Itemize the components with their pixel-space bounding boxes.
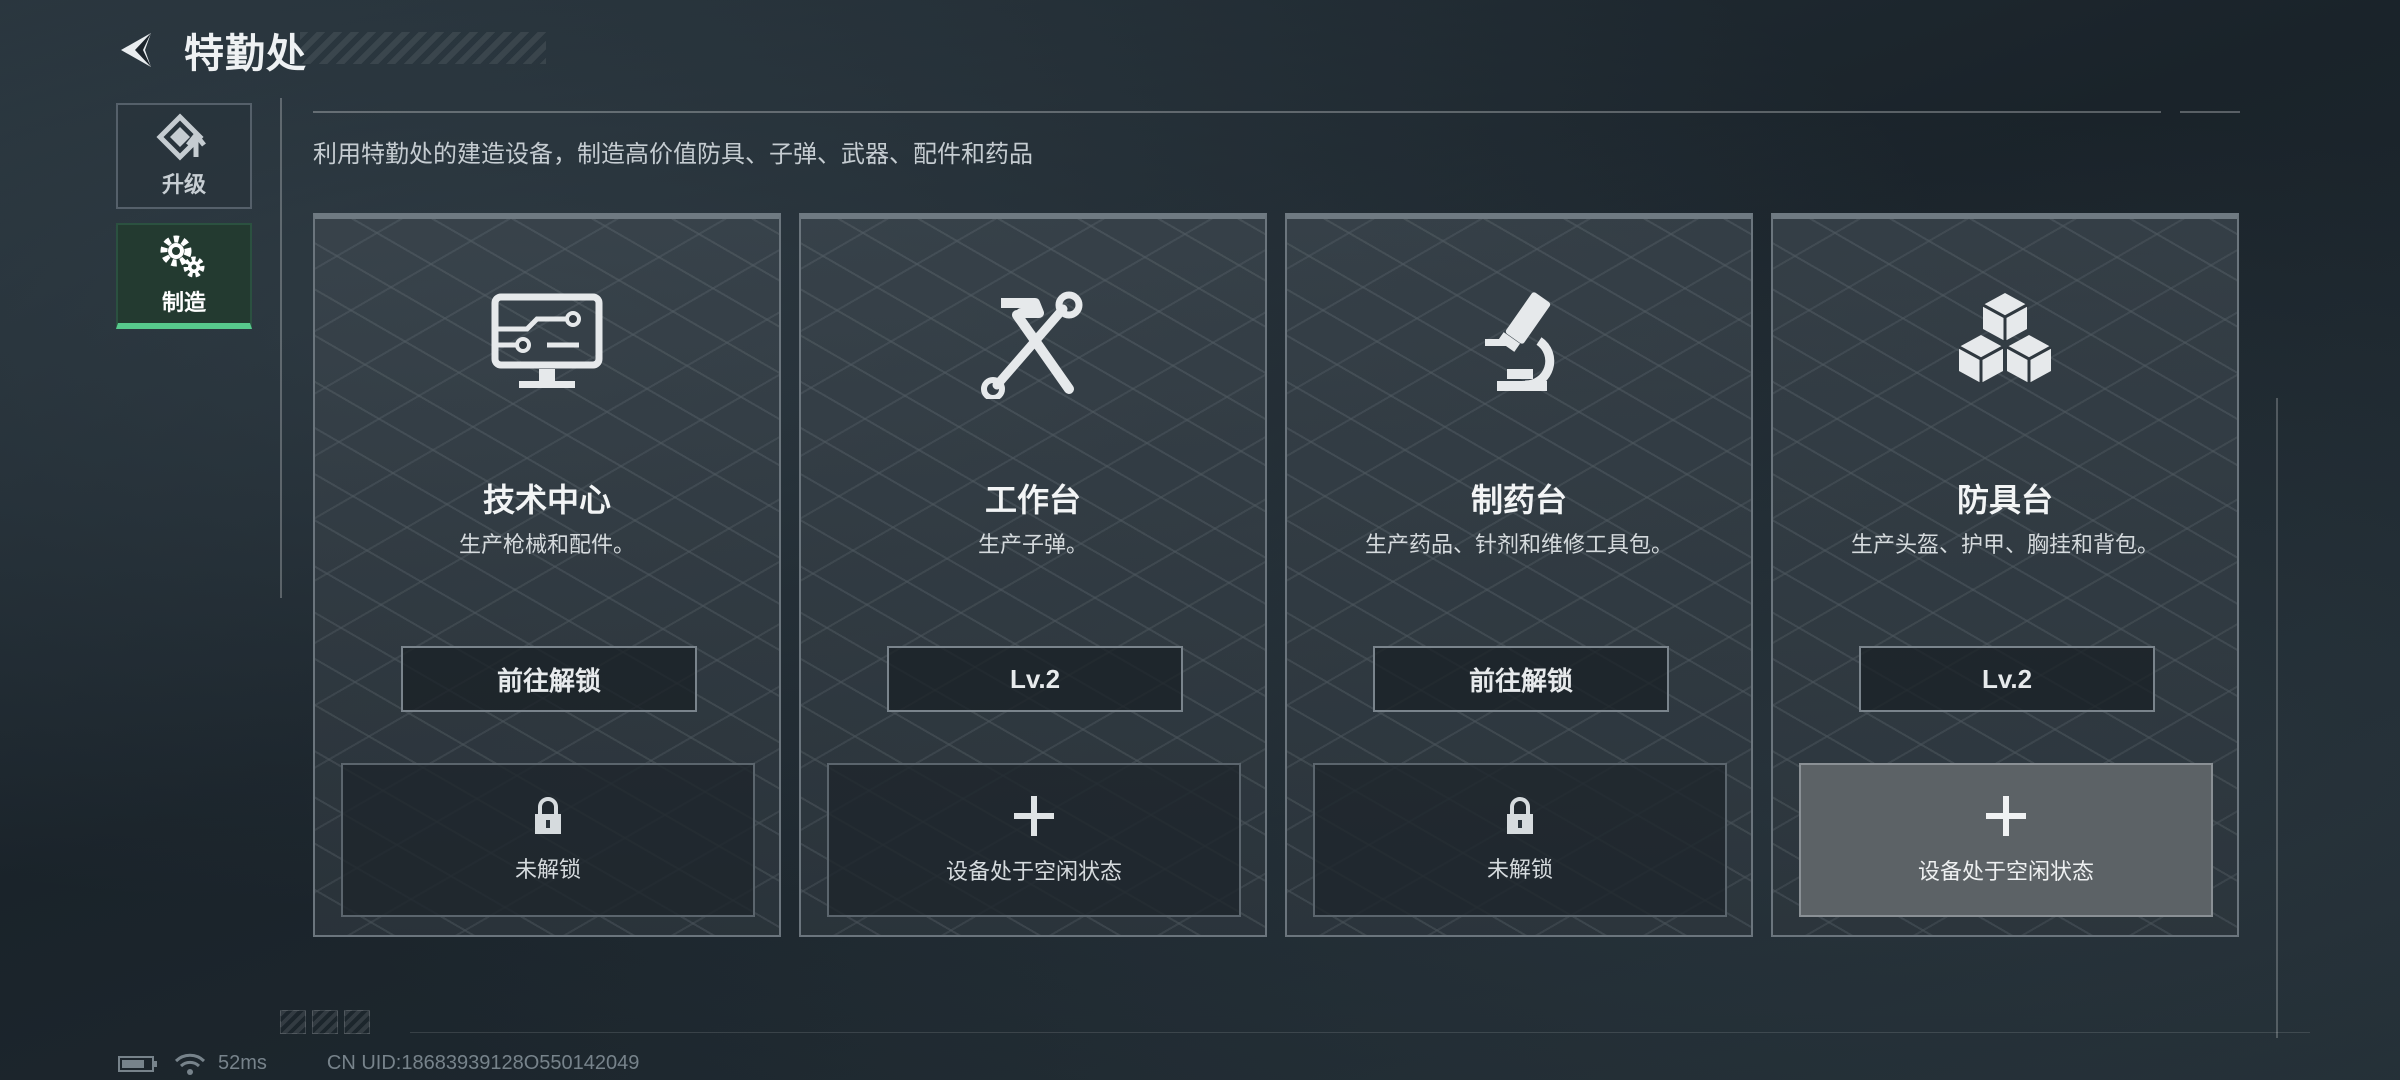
- monitor-circuit-icon: [491, 293, 603, 388]
- user-uid: CN UID:18683939128O550142049: [326, 1052, 640, 1074]
- slot-status: 设备处于空闲状态: [1917, 859, 2094, 884]
- divider-top: [313, 111, 2161, 113]
- status-bar: 52ms CN UID:18683939128O550142049: [118, 1052, 639, 1075]
- facility-desc: 生产枪械和配件。: [458, 532, 635, 557]
- title-decoration: [300, 32, 546, 64]
- ping-value: 52ms: [218, 1052, 267, 1074]
- plus-icon: [1986, 796, 2026, 836]
- slot-status: 未解锁: [514, 857, 581, 882]
- cubes-icon: [1958, 293, 2052, 383]
- page-description: 利用特勤处的建造设备，制造高价值防具、子弹、武器、配件和药品: [313, 141, 1033, 168]
- back-arrow-icon[interactable]: [112, 26, 160, 74]
- divider-top-end: [2180, 111, 2240, 113]
- production-slot[interactable]: 未解锁: [1313, 763, 1727, 917]
- level-button[interactable]: Lv.2: [887, 646, 1183, 712]
- facility-desc: 生产药品、针剂和维修工具包。: [1364, 532, 1673, 557]
- microscope-icon: [1485, 292, 1555, 391]
- sidebar-item-label: 制造: [161, 290, 206, 315]
- production-slot[interactable]: 设备处于空闲状态: [827, 763, 1241, 917]
- sidebar-item-craft[interactable]: 制造: [116, 223, 252, 329]
- level-button[interactable]: Lv.2: [1859, 646, 2155, 712]
- footer-decoration: [280, 1010, 370, 1034]
- facility-desc: 生产子弹。: [977, 532, 1088, 557]
- divider-vertical: [280, 98, 282, 598]
- facility-name: 技术中心: [482, 482, 611, 518]
- slot-status: 未解锁: [1486, 857, 1553, 882]
- facility-card-tech-center[interactable]: 技术中心 生产枪械和配件。 前往解锁 未解锁: [313, 213, 781, 937]
- sidebar-item-upgrade[interactable]: 升级: [116, 103, 252, 209]
- upgrade-icon: [156, 113, 206, 161]
- facility-cards: 技术中心 生产枪械和配件。 前往解锁 未解锁 工作台 生产子弹。 Lv.2 设备…: [313, 213, 2239, 937]
- facility-name: 防具台: [1956, 482, 2053, 518]
- production-slot[interactable]: 设备处于空闲状态: [1799, 763, 2213, 917]
- facility-name: 工作台: [984, 482, 1081, 518]
- lock-icon: [535, 797, 561, 834]
- unlock-button[interactable]: 前往解锁: [1373, 646, 1669, 712]
- lock-icon: [1507, 797, 1533, 834]
- sidebar-item-label: 升级: [161, 172, 206, 197]
- battery-icon: [118, 1055, 157, 1072]
- facility-card-armor-bench[interactable]: 防具台 生产头盔、护甲、胸挂和背包。 Lv.2 设备处于空闲状态: [1771, 213, 2239, 937]
- gears-icon: [160, 235, 205, 278]
- divider-right: [2276, 398, 2278, 1038]
- sidebar: 升级 制造: [116, 103, 252, 343]
- header: 特勤处: [112, 24, 307, 76]
- production-slot[interactable]: 未解锁: [341, 763, 755, 917]
- facility-card-pharmacy[interactable]: 制药台 生产药品、针剂和维修工具包。 前往解锁 未解锁: [1285, 213, 1753, 937]
- unlock-button[interactable]: 前往解锁: [401, 646, 697, 712]
- plus-icon: [1014, 796, 1054, 836]
- facility-desc: 生产头盔、护甲、胸挂和背包。: [1850, 532, 2159, 557]
- facility-name: 制药台: [1470, 482, 1567, 518]
- slot-status: 设备处于空闲状态: [945, 859, 1122, 884]
- hammer-wrench-icon: [981, 291, 1083, 399]
- facility-card-workbench[interactable]: 工作台 生产子弹。 Lv.2 设备处于空闲状态: [799, 213, 1267, 937]
- page-title: 特勤处: [184, 32, 307, 76]
- wifi-icon: [174, 1053, 206, 1075]
- divider-bottom: [410, 1032, 2310, 1033]
